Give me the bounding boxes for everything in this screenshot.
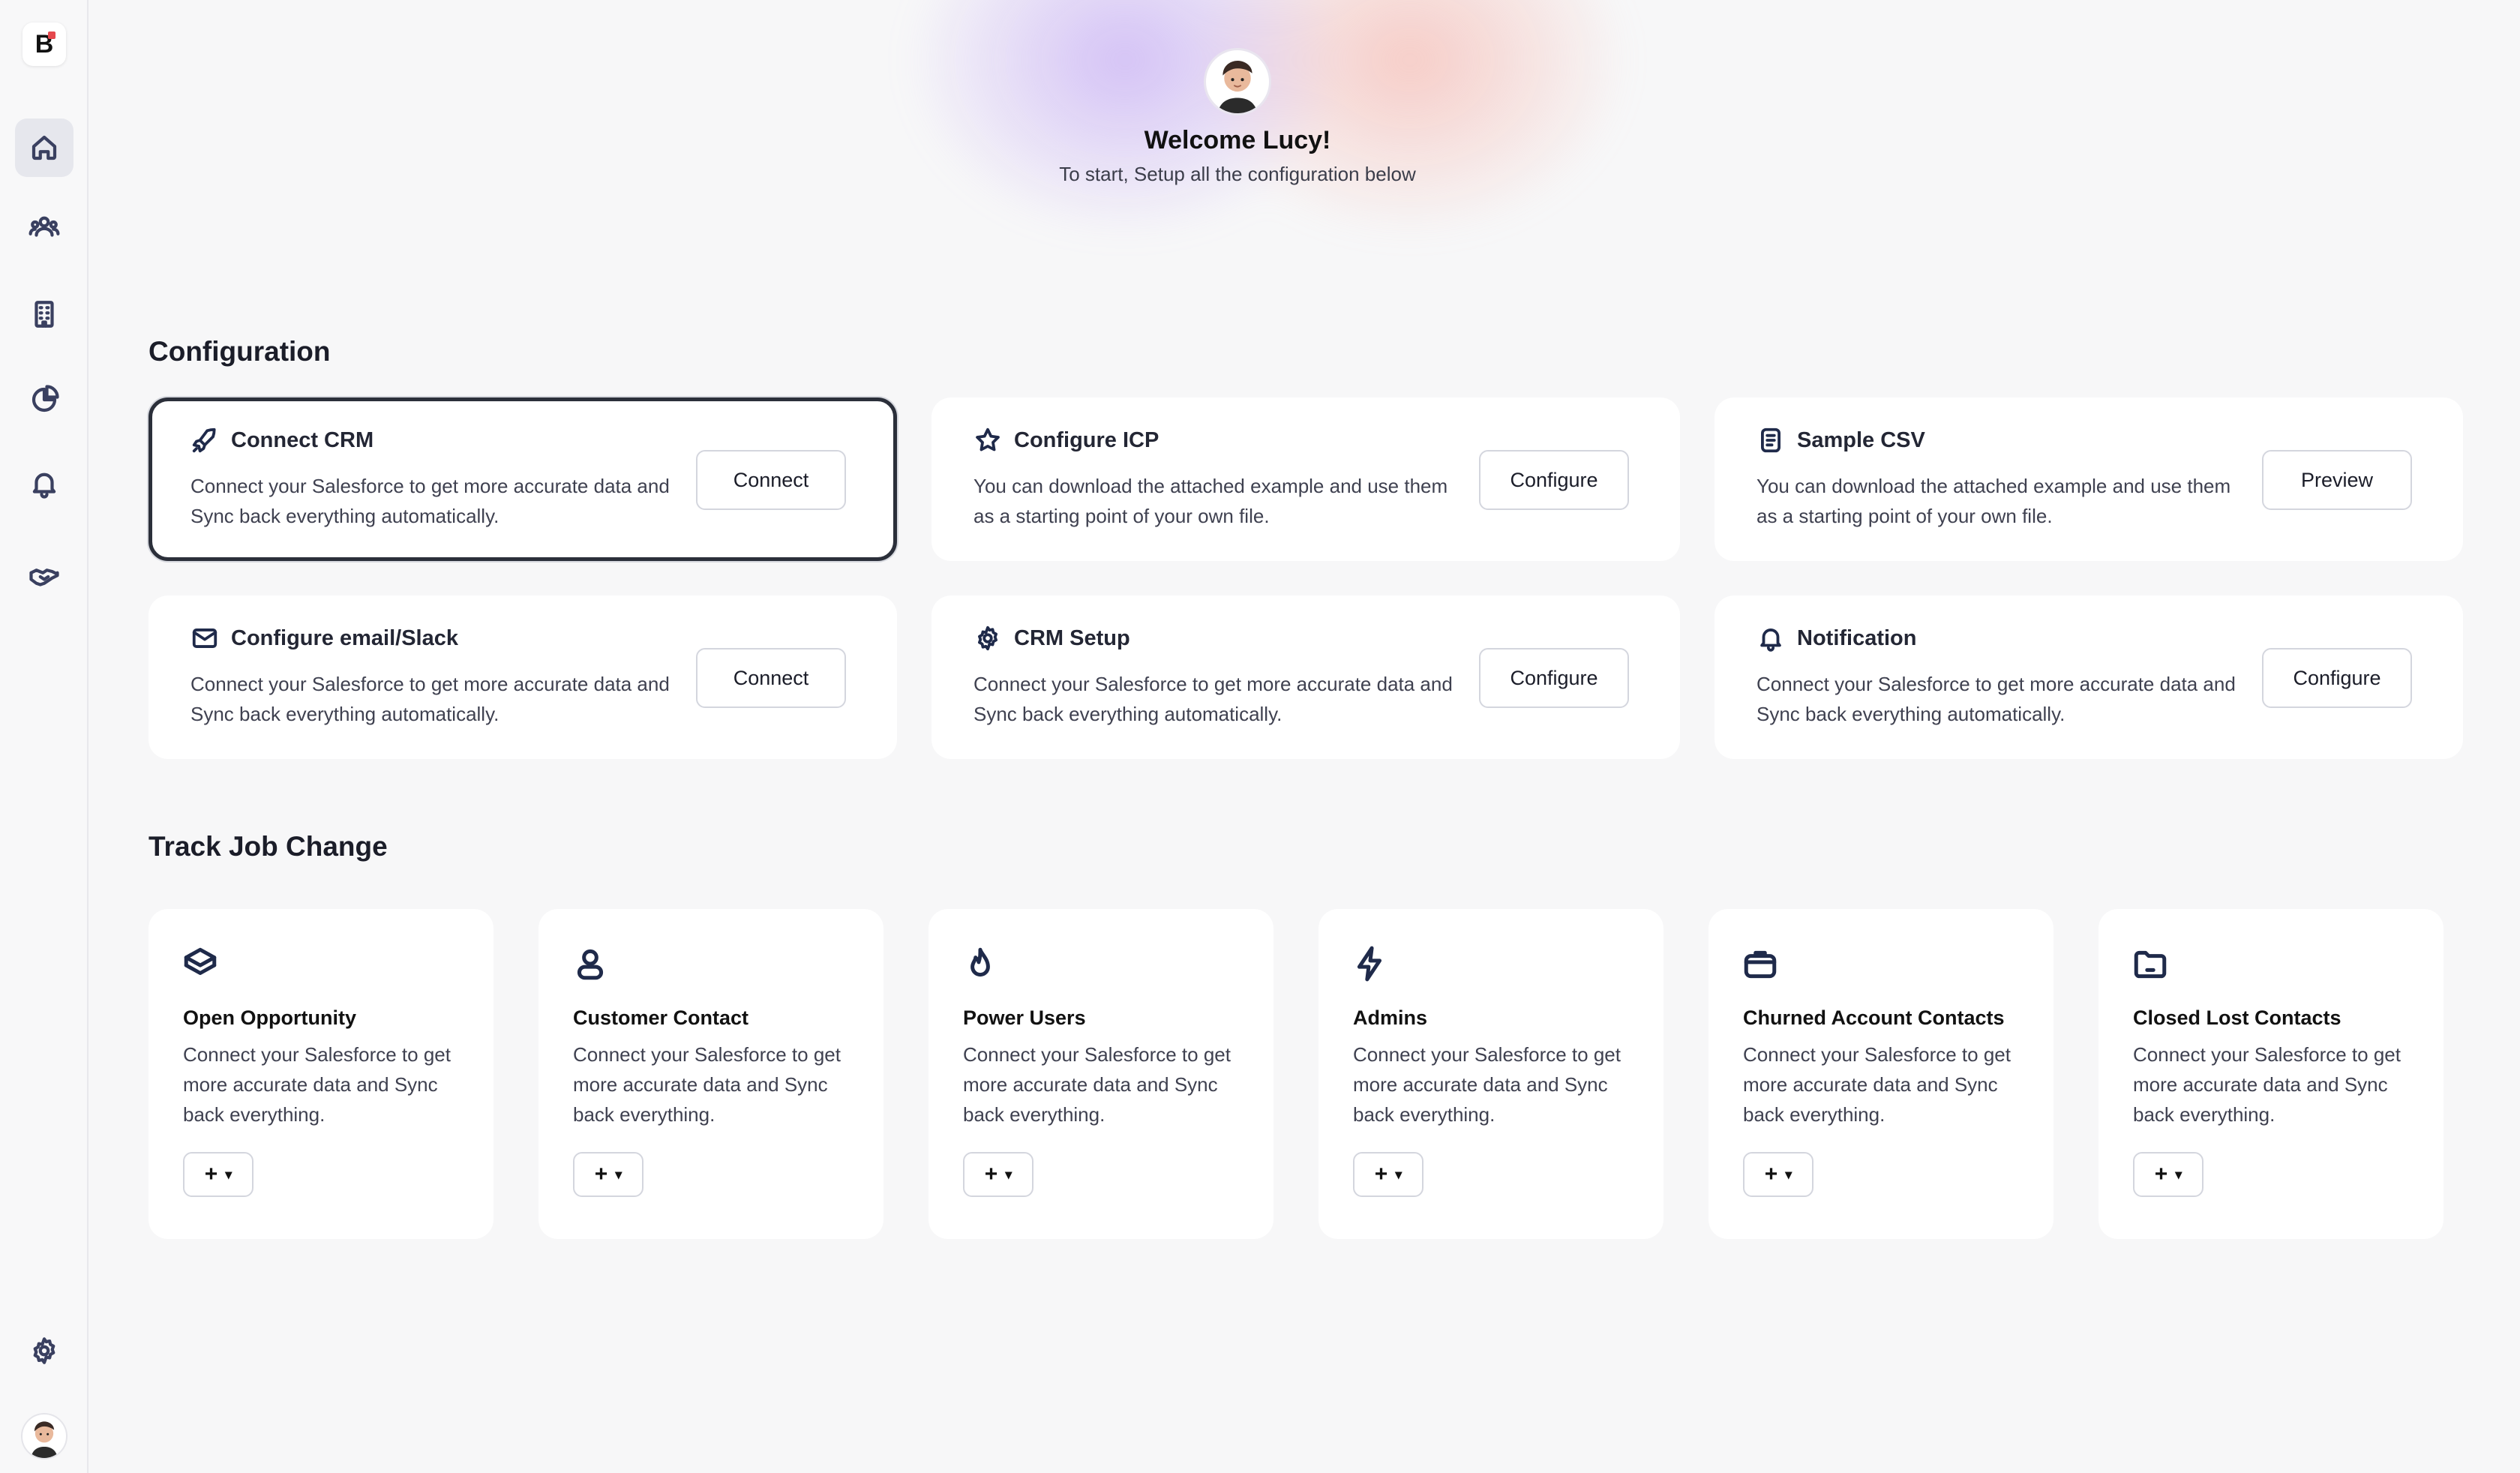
card-description: Connect your Salesforce to get more accu… <box>190 673 670 725</box>
card-title: Open Opportunity <box>183 1006 356 1029</box>
star-icon <box>976 428 1000 452</box>
add-dropdown-button[interactable]: + ▾ <box>2133 1152 2204 1197</box>
card-title: CRM Setup <box>1014 626 1130 650</box>
chevron-down-icon: ▾ <box>225 1166 232 1182</box>
add-dropdown-button[interactable]: + ▾ <box>1743 1152 1814 1197</box>
card-description: Connect your Salesforce to get more accu… <box>573 1043 841 1126</box>
card-description: Connect your Salesforce to get more accu… <box>190 475 670 527</box>
plus-icon: + <box>204 1162 218 1186</box>
connect-email-button[interactable]: Connect <box>696 648 846 708</box>
card-title: Churned Account Contacts <box>1743 1006 2005 1029</box>
card-title: Connect CRM <box>231 428 374 452</box>
card-description: You can download the attached example an… <box>1756 475 2231 527</box>
card-title: Closed Lost Contacts <box>2133 1006 2342 1029</box>
card-description: Connect your Salesforce to get more accu… <box>2133 1043 2401 1126</box>
mail-icon <box>192 628 218 648</box>
sidebar-item-notifications[interactable] <box>15 454 74 513</box>
track-title: Track Job Change <box>148 831 388 862</box>
config-card-sample-csv[interactable]: Sample CSV You can download the attached… <box>1714 398 2463 561</box>
track-card-customer-contact[interactable]: Customer Contact Connect your Salesforce… <box>538 909 884 1239</box>
add-dropdown-button[interactable]: + ▾ <box>183 1152 254 1197</box>
plus-icon: + <box>2154 1162 2168 1186</box>
configuration-title: Configuration <box>148 336 331 367</box>
card-title: Customer Contact <box>573 1006 749 1029</box>
layers-icon <box>184 947 217 975</box>
welcome-subtitle: To start, Setup all the configuration be… <box>1059 163 1416 185</box>
track-card-closed-lost-contacts[interactable]: Closed Lost Contacts Connect your Salesf… <box>2098 909 2444 1239</box>
welcome-title: Welcome Lucy! <box>1144 126 1331 154</box>
sidebar-item-home[interactable] <box>15 118 74 177</box>
chevron-down-icon: ▾ <box>1005 1166 1012 1182</box>
card-title: Configure ICP <box>1014 428 1160 452</box>
plus-icon: + <box>984 1162 998 1186</box>
briefcase-icon <box>1744 950 1777 979</box>
avatar-image <box>1217 61 1258 113</box>
configure-crm-button[interactable]: Configure <box>1479 648 1629 708</box>
sidebar-item-settings[interactable] <box>15 1322 74 1380</box>
config-card-crm-setup[interactable]: CRM Setup Connect your Salesforce to get… <box>932 596 1680 759</box>
card-title: Sample CSV <box>1797 428 1925 452</box>
sidebar: B <box>0 0 88 1473</box>
folder-icon <box>2134 950 2167 979</box>
app-logo[interactable]: B <box>22 22 66 66</box>
configure-icp-button[interactable]: Configure <box>1479 450 1629 510</box>
building-icon <box>34 301 54 328</box>
card-title: Notification <box>1797 626 1917 650</box>
preview-csv-button[interactable]: Preview <box>2262 450 2412 510</box>
gear-icon <box>33 1337 56 1364</box>
config-card-configure-icp[interactable]: Configure ICP You can download the attac… <box>932 398 1680 561</box>
track-card-admins[interactable]: Admins Connect your Salesforce to get mo… <box>1318 909 1664 1239</box>
pie-chart-icon <box>32 385 59 412</box>
card-description: Connect your Salesforce to get more accu… <box>963 1043 1231 1126</box>
chevron-down-icon: ▾ <box>615 1166 622 1182</box>
user-avatar[interactable] <box>21 1413 68 1460</box>
track-card-churned-account-contacts[interactable]: Churned Account Contacts Connect your Sa… <box>1708 909 2054 1239</box>
add-dropdown-button[interactable]: + ▾ <box>1353 1152 1424 1197</box>
handshake-icon <box>29 568 59 586</box>
rocket-icon <box>192 428 216 453</box>
plus-icon: + <box>1374 1162 1388 1186</box>
add-dropdown-button[interactable]: + ▾ <box>963 1152 1034 1197</box>
config-card-email-slack[interactable]: Configure email/Slack Connect your Sales… <box>148 596 897 759</box>
chevron-down-icon: ▾ <box>2175 1166 2182 1182</box>
card-description: Connect your Salesforce to get more accu… <box>1353 1043 1621 1126</box>
card-description: Connect your Salesforce to get more accu… <box>974 673 1453 725</box>
sidebar-item-partners[interactable] <box>15 548 74 606</box>
card-description: Connect your Salesforce to get more accu… <box>1756 673 2236 725</box>
card-description: You can download the attached example an… <box>974 475 1448 527</box>
config-card-connect-crm[interactable]: Connect CRM Connect your Salesforce to g… <box>148 398 897 561</box>
user-icon <box>577 949 604 980</box>
configure-notification-button[interactable]: Configure <box>2262 648 2412 708</box>
card-description: Connect your Salesforce to get more accu… <box>1743 1043 2011 1126</box>
home-icon <box>32 135 57 160</box>
sidebar-item-companies[interactable] <box>15 285 74 344</box>
avatar-image <box>31 1421 58 1458</box>
lightning-icon <box>1357 946 1382 982</box>
card-title: Configure email/Slack <box>231 626 458 650</box>
plus-icon: + <box>594 1162 608 1186</box>
plus-icon: + <box>1764 1162 1778 1186</box>
bell-icon <box>32 472 56 499</box>
card-title: Admins <box>1353 1006 1428 1029</box>
sidebar-item-analytics[interactable] <box>15 370 74 429</box>
logo-accent <box>48 32 56 39</box>
card-description: Connect your Salesforce to get more accu… <box>183 1043 451 1126</box>
connect-crm-button[interactable]: Connect <box>696 450 846 510</box>
flame-icon <box>970 947 990 977</box>
sidebar-item-users[interactable] <box>15 198 74 256</box>
track-card-power-users[interactable]: Power Users Connect your Salesforce to g… <box>928 909 1274 1239</box>
chevron-down-icon: ▾ <box>1785 1166 1792 1182</box>
gear-icon <box>978 626 998 651</box>
add-dropdown-button[interactable]: + ▾ <box>573 1152 644 1197</box>
card-title: Power Users <box>963 1006 1086 1029</box>
chevron-down-icon: ▾ <box>1395 1166 1402 1182</box>
track-card-open-opportunity[interactable]: Open Opportunity Connect your Salesforce… <box>148 909 494 1239</box>
users-icon <box>28 216 60 237</box>
config-card-notification[interactable]: Notification Connect your Salesforce to … <box>1714 596 2463 759</box>
welcome-header: Welcome Lucy! To start, Setup all the co… <box>975 48 1500 186</box>
bell-icon <box>1760 628 1781 652</box>
file-icon <box>1761 428 1780 453</box>
welcome-avatar <box>1204 48 1271 116</box>
